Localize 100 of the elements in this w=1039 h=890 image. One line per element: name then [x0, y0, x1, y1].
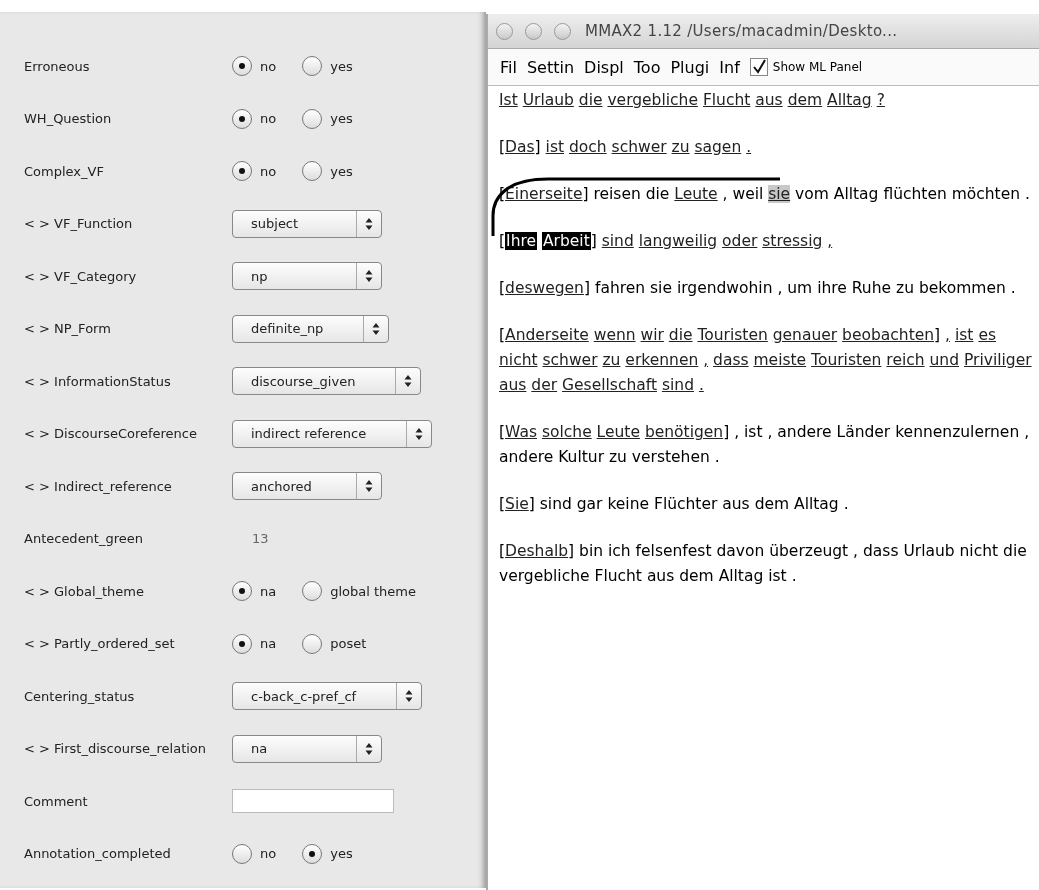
radio-option[interactable]: no: [232, 843, 277, 864]
markable-word[interactable]: Alltag: [827, 91, 872, 109]
markable-word[interactable]: ,: [703, 351, 709, 369]
markable-word[interactable]: solche: [541, 423, 592, 441]
field-label: < > InformationStatus: [24, 373, 172, 389]
markable-word[interactable]: stressig: [762, 232, 823, 250]
text-word: Flucht: [594, 567, 642, 585]
markable-word[interactable]: sagen: [694, 138, 742, 156]
markable-word[interactable]: ?: [876, 91, 885, 109]
dropdown[interactable]: subject: [232, 209, 382, 238]
radio-option[interactable]: yes: [302, 161, 353, 182]
markable-word[interactable]: Leute: [596, 423, 640, 441]
text-word: dass: [863, 542, 899, 560]
radio-option[interactable]: no: [232, 108, 277, 129]
markable-word[interactable]: beobachten: [842, 326, 935, 344]
markable-word[interactable]: der: [531, 376, 558, 394]
radio-option[interactable]: yes: [302, 108, 353, 129]
radio-option[interactable]: na: [232, 581, 277, 602]
radio-option[interactable]: global theme: [302, 581, 416, 602]
text-word: zu: [896, 279, 914, 297]
text-word: ,: [767, 423, 773, 441]
markable-word[interactable]: Gesellschaft: [562, 376, 657, 394]
markable-word[interactable]: wenn: [593, 326, 636, 344]
markable-word[interactable]: ist: [545, 138, 565, 156]
markable-word[interactable]: sie: [768, 185, 791, 203]
markable-word[interactable]: wir: [640, 326, 664, 344]
markable-word[interactable]: es: [978, 326, 996, 344]
dropdown[interactable]: na: [232, 734, 382, 763]
markable-word[interactable]: Touristen: [697, 326, 768, 344]
show-ml-panel-checkbox[interactable]: Show ML Panel: [749, 58, 863, 76]
menu-item[interactable]: Fil: [500, 57, 517, 77]
markable-word[interactable]: langweilig: [638, 232, 718, 250]
markable-word[interactable]: erkennen: [625, 351, 699, 369]
markable-word[interactable]: Priviliger: [963, 351, 1032, 369]
markable-word[interactable]: vergebliche: [607, 91, 698, 109]
radio-option[interactable]: na: [232, 633, 277, 654]
markable-word[interactable]: reich: [886, 351, 925, 369]
selected-word[interactable]: Ihre: [505, 232, 538, 250]
markable-word[interactable]: benötigen: [644, 423, 724, 441]
markable-word[interactable]: Sie: [505, 495, 529, 513]
menu-item[interactable]: Too: [633, 57, 661, 77]
markable-word[interactable]: Touristen: [811, 351, 882, 369]
dropdown[interactable]: definite_np: [232, 314, 390, 343]
markable-word[interactable]: sind: [661, 376, 694, 394]
menu-item[interactable]: Displ: [584, 57, 624, 77]
markable-word[interactable]: Urlaub: [522, 91, 574, 109]
markable-word[interactable]: dass: [713, 351, 749, 369]
markable-word[interactable]: meiste: [753, 351, 807, 369]
markable-word[interactable]: Anderseite: [505, 326, 589, 344]
markable-word[interactable]: nicht: [499, 351, 538, 369]
radio-option[interactable]: no: [232, 56, 277, 77]
markable-word[interactable]: genauer: [772, 326, 838, 344]
radio-option[interactable]: yes: [302, 843, 353, 864]
selected-word[interactable]: Arbeit: [541, 232, 591, 250]
markable-word[interactable]: schwer: [611, 138, 667, 156]
markable-word[interactable]: Einerseite: [505, 185, 583, 203]
markable-word[interactable]: Leute: [674, 185, 718, 203]
markable-word[interactable]: schwer: [542, 351, 598, 369]
radio-option[interactable]: poset: [302, 633, 367, 654]
markable-word[interactable]: Das: [505, 138, 535, 156]
markable-word[interactable]: aus: [499, 376, 527, 394]
markable-word[interactable]: zu: [602, 351, 621, 369]
dropdown[interactable]: indirect reference: [232, 419, 433, 448]
bracket: [: [499, 232, 506, 250]
markable-word[interactable]: dem: [787, 91, 823, 109]
dropdown[interactable]: c-back_c-pref_cf: [232, 682, 423, 711]
markable-word[interactable]: aus: [755, 91, 783, 109]
dropdown[interactable]: discourse_given: [232, 367, 422, 396]
markable-word[interactable]: Flucht: [702, 91, 751, 109]
markable-word[interactable]: .: [746, 138, 752, 156]
text-word: fahren: [594, 279, 646, 297]
menu-item[interactable]: Plugi: [670, 57, 710, 77]
zoom-button[interactable]: [554, 22, 571, 40]
markable-word[interactable]: oder: [722, 232, 758, 250]
radio-option[interactable]: no: [232, 161, 277, 182]
markable-word[interactable]: ist: [954, 326, 974, 344]
menu-item[interactable]: Inf: [719, 57, 740, 77]
markable-word[interactable]: die: [668, 326, 693, 344]
menu-item[interactable]: Settin: [526, 57, 575, 77]
markable-word[interactable]: .: [698, 376, 704, 394]
markable-word[interactable]: die: [578, 91, 603, 109]
markable-word[interactable]: doch: [569, 138, 607, 156]
minimize-button[interactable]: [525, 22, 542, 40]
comment-field[interactable]: [232, 789, 394, 814]
markable-word[interactable]: Was: [505, 423, 537, 441]
close-button[interactable]: [496, 22, 513, 40]
markable-word[interactable]: ,: [827, 232, 833, 250]
markable-word[interactable]: Deshalb: [505, 542, 569, 560]
text-word: flüchten: [883, 185, 947, 203]
markable-word[interactable]: sind: [601, 232, 634, 250]
dropdown[interactable]: np: [232, 262, 382, 291]
markable-word[interactable]: und: [929, 351, 960, 369]
markable-word[interactable]: zu: [671, 138, 690, 156]
markable-word[interactable]: ,: [945, 326, 951, 344]
dropdown[interactable]: anchored: [232, 472, 382, 501]
markable-word[interactable]: deswegen: [505, 279, 584, 297]
text-word: Ruhe: [851, 279, 892, 297]
markable-word[interactable]: Ist: [499, 91, 518, 109]
text-word: .: [843, 495, 849, 513]
radio-option[interactable]: yes: [302, 56, 353, 77]
